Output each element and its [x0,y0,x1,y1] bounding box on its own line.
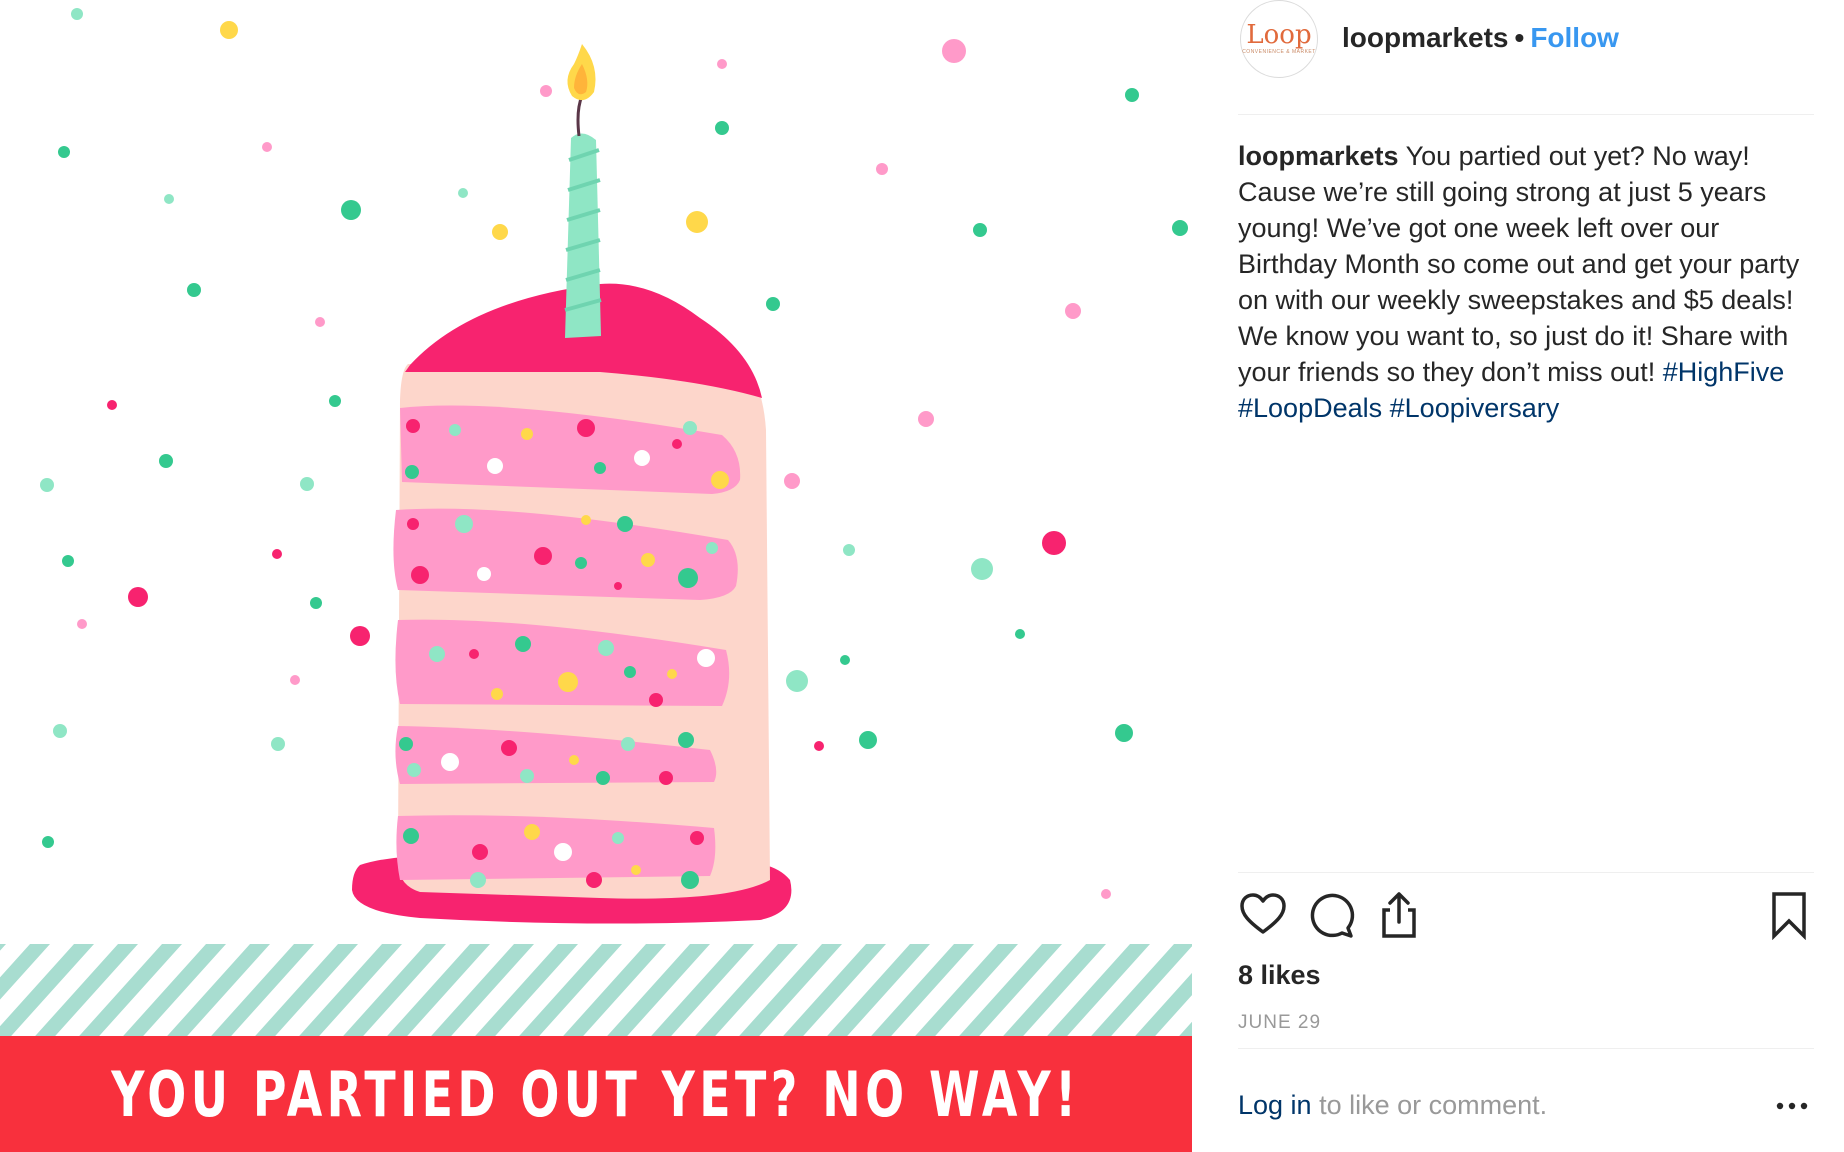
post-header: Loop CONVENIENCE & MARKET loopmarkets • Fo… [1238,0,1814,115]
follow-button[interactable]: Follow [1530,22,1619,53]
instagram-post: YOU PARTIED OUT YET? NO WAY! Loop CONVEN… [0,0,1844,1152]
username-link[interactable]: loopmarkets [1342,22,1509,53]
likes-count[interactable]: 8 likes [1238,960,1321,991]
header-username-row: loopmarkets • Follow [1342,22,1619,54]
heart-icon[interactable] [1238,890,1288,940]
divider [1238,1048,1814,1049]
candle [564,44,602,338]
bookmark-icon[interactable] [1764,890,1814,941]
login-link[interactable]: Log in [1238,1090,1312,1120]
action-bar [1238,890,1814,941]
post-caption: loopmarkets You partied out yet? No way!… [1238,138,1818,426]
comment-icon[interactable] [1306,890,1356,940]
image-banner: YOU PARTIED OUT YET? NO WAY! [0,1036,1192,1152]
hashtag-link[interactable]: #LoopDeals [1238,393,1382,423]
avatar-tagline: CONVENIENCE & MARKET [1242,49,1316,55]
caption-text: You partied out yet? No way! Cause we’re… [1238,141,1800,387]
avatar[interactable]: Loop CONVENIENCE & MARKET [1240,0,1318,78]
striped-border [0,944,1192,1036]
more-options-icon[interactable] [1774,1094,1810,1118]
birthday-cake-illustration [0,8,1192,1036]
caption-username[interactable]: loopmarkets [1238,141,1399,171]
share-icon[interactable] [1374,890,1424,940]
banner-text: YOU PARTIED OUT YET? NO WAY! [111,1057,1081,1131]
hashtag-link[interactable]: #Loopiversary [1390,393,1560,423]
post-sidebar: Loop CONVENIENCE & MARKET loopmarkets • Fo… [1192,0,1844,1152]
hashtag-link[interactable]: #HighFive [1663,357,1785,387]
avatar-logo: Loop [1246,20,1312,50]
login-prompt-text: to like or comment. [1319,1090,1548,1120]
post-date[interactable]: JUNE 29 [1238,1012,1321,1034]
separator: • [1514,22,1525,53]
post-image[interactable]: YOU PARTIED OUT YET? NO WAY! [0,0,1192,1152]
divider [1238,872,1814,873]
login-prompt: Log in to like or comment. [1238,1090,1814,1124]
